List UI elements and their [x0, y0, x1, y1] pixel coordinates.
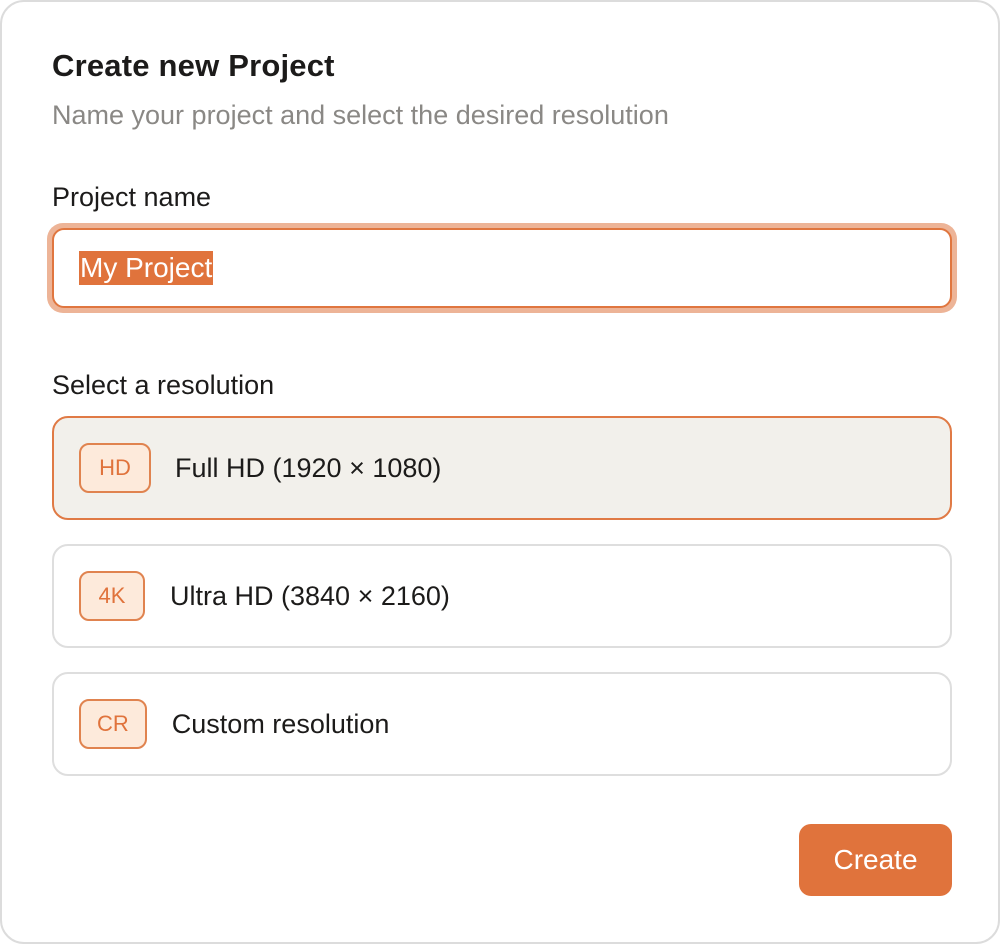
resolution-option-label: Full HD (1920 × 1080)	[175, 452, 442, 483]
project-name-input[interactable]: My Project	[52, 228, 952, 308]
create-button[interactable]: Create	[799, 824, 952, 896]
resolution-label: Select a resolution	[52, 370, 275, 400]
resolution-option-label: Custom resolution	[171, 708, 390, 739]
dialog-title: Create new Project	[52, 48, 335, 83]
project-name-value: My Project	[79, 251, 214, 285]
resolution-badge: HD	[79, 443, 151, 493]
create-project-dialog: Create new Project Name your project and…	[0, 0, 1000, 944]
project-name-label: Project name	[52, 182, 212, 212]
resolution-option-full-hd[interactable]: HD Full HD (1920 × 1080)	[52, 416, 952, 520]
resolution-option-custom[interactable]: CR Custom resolution	[52, 672, 952, 776]
dialog-subtitle: Name your project and select the desired…	[52, 100, 669, 130]
resolution-badge: 4K	[79, 571, 145, 621]
resolution-option-label: Ultra HD (3840 × 2160)	[170, 580, 450, 611]
resolution-option-ultra-hd[interactable]: 4K Ultra HD (3840 × 2160)	[52, 544, 952, 648]
resolution-badge: CR	[79, 699, 147, 749]
